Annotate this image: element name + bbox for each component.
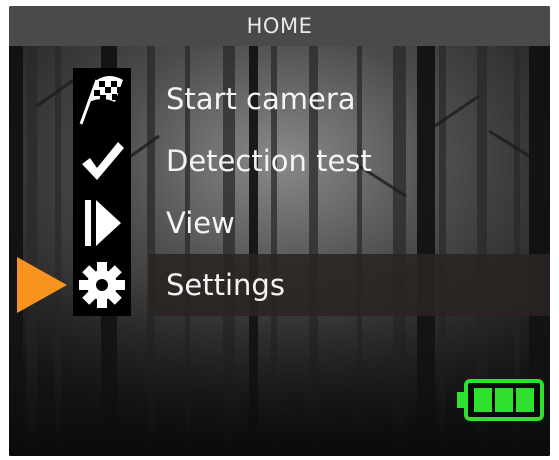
menu-item-label: Settings xyxy=(166,268,285,302)
play-icon xyxy=(73,192,131,254)
menu-item-label: View xyxy=(166,206,235,240)
gear-icon xyxy=(73,254,131,316)
menu-item-label: Detection test xyxy=(166,144,372,178)
menu-item-detection-test[interactable]: Detection test xyxy=(9,130,550,192)
battery-icon xyxy=(457,379,544,421)
menu-item-start-camera[interactable]: Start camera xyxy=(9,68,550,130)
camera-screen: HOME Start camera Detection test View Se… xyxy=(9,6,550,456)
page-title: HOME xyxy=(246,14,313,38)
header-bar: HOME xyxy=(9,6,550,46)
menu-item-label: Start camera xyxy=(166,82,356,116)
menu-item-settings[interactable]: Settings xyxy=(9,254,550,316)
checkmark-icon xyxy=(73,130,131,192)
menu-item-view[interactable]: View xyxy=(9,192,550,254)
triangle-pointer-icon xyxy=(17,257,67,313)
checkered-flag-icon xyxy=(73,68,131,130)
